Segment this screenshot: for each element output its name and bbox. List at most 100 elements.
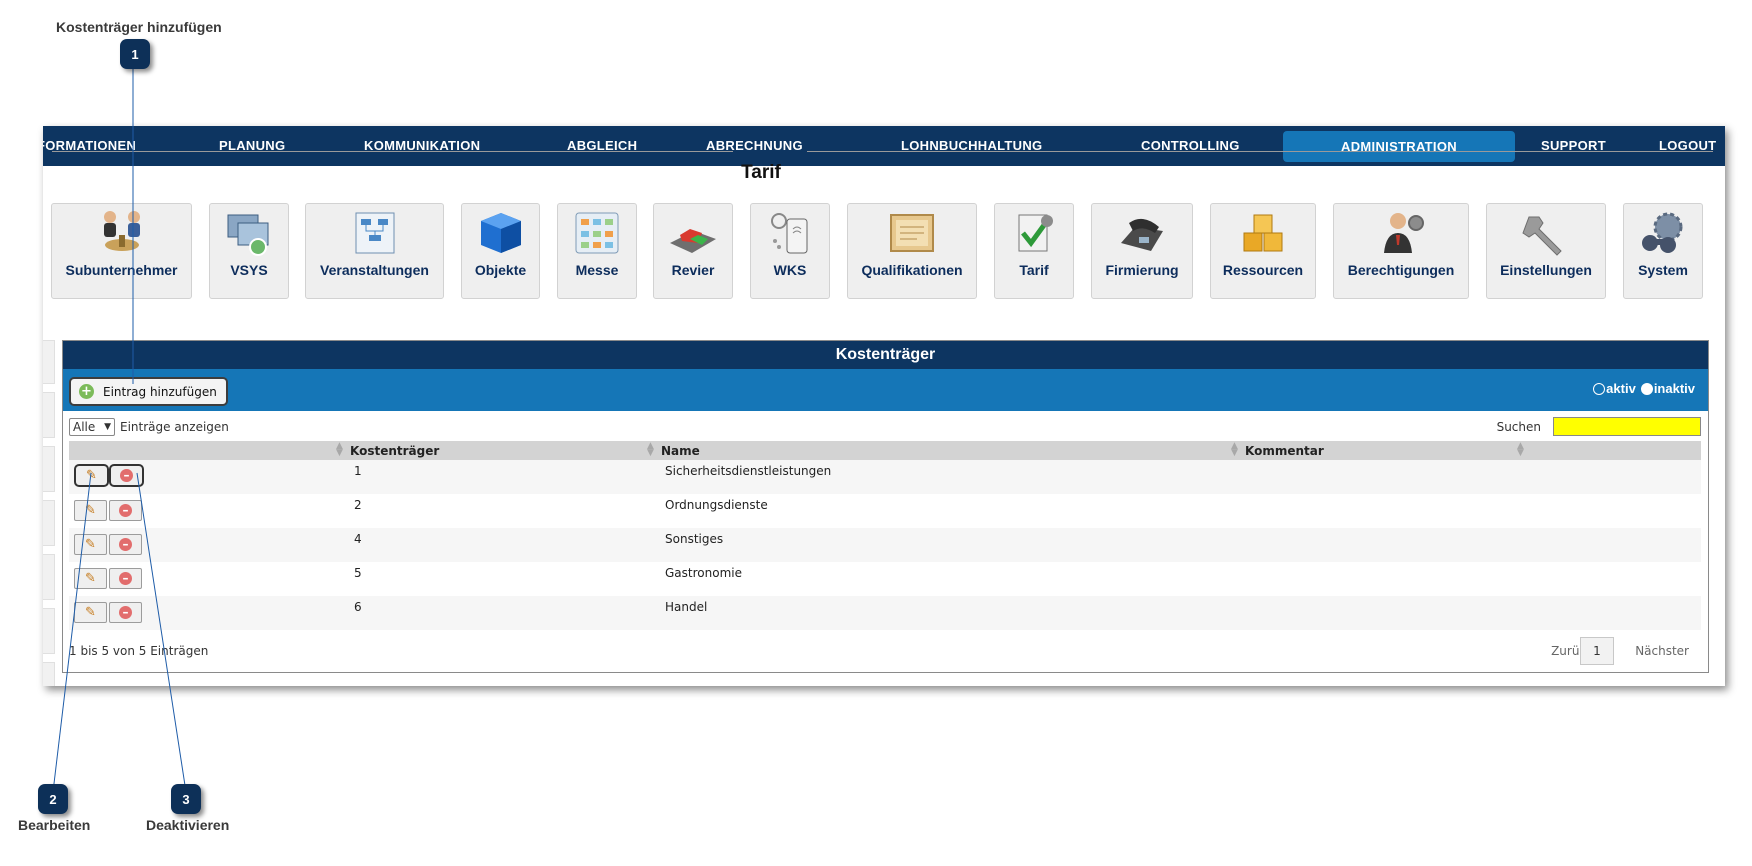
plus-icon: +: [79, 384, 94, 399]
sidebar-stub[interactable]: [43, 392, 55, 438]
tile-label: Firmierung: [1105, 262, 1179, 278]
pagination-page[interactable]: 1: [1580, 637, 1614, 665]
minus-circle-icon: –: [119, 572, 132, 585]
pencil-icon: ✎: [85, 571, 96, 586]
tile-label: Berechtigungen: [1347, 262, 1455, 278]
sidebar-stub[interactable]: [43, 608, 55, 654]
pencil-icon: ✎: [85, 605, 96, 620]
floor-plan-icon: [575, 212, 619, 254]
nav-item-informationen[interactable]: FORMATIONEN: [43, 126, 136, 166]
nav-item-kommunikation[interactable]: KOMMUNIKATION: [364, 126, 480, 166]
nav-item-controlling[interactable]: CONTROLLING: [1141, 126, 1240, 166]
add-entry-button[interactable]: + Eintrag hinzufügen: [69, 377, 228, 406]
deactivate-button[interactable]: –: [109, 568, 142, 589]
tile-messe[interactable]: Messe: [557, 203, 637, 299]
pencil-icon: ✎: [85, 503, 96, 518]
wrench-icon: [1522, 216, 1562, 256]
nav-item-lohnbuchhaltung[interactable]: LOHNBUCHHALTUNG: [901, 126, 1042, 166]
column-header-kommentar[interactable]: Kommentar: [1245, 444, 1324, 458]
tile-label: WKS: [773, 262, 807, 278]
tile-tarif[interactable]: Tarif: [994, 203, 1074, 299]
entries-length-select[interactable]: Alle ▼: [69, 418, 115, 436]
nav-item-abgleich[interactable]: ABGLEICH: [567, 126, 637, 166]
cell-kostentraeger: 4: [354, 532, 362, 546]
sort-icon[interactable]: ▲ ▼: [336, 442, 343, 458]
sidebar-stub[interactable]: [43, 340, 55, 384]
app-window: FORMATIONEN PLANUNG KOMMUNIKATION ABGLEI…: [43, 126, 1725, 686]
tile-objekte[interactable]: Objekte: [461, 203, 540, 299]
tile-berechtigungen[interactable]: Berechtigungen: [1333, 203, 1469, 299]
panel-toolbar: + Eintrag hinzufügen aktiv inaktiv: [63, 369, 1708, 411]
minus-circle-icon: –: [119, 606, 132, 619]
column-header-name[interactable]: Name: [661, 444, 700, 458]
car-icon: [670, 229, 716, 253]
nav-item-logout[interactable]: LOGOUT: [1659, 126, 1716, 166]
tile-label: Veranstaltungen: [320, 262, 429, 278]
tile-revier[interactable]: Revier: [653, 203, 733, 299]
cell-kostentraeger: 2: [354, 498, 362, 512]
pencil-icon: ✎: [85, 537, 96, 552]
sort-icon[interactable]: ▲ ▼: [647, 442, 654, 458]
sort-icon[interactable]: ▲ ▼: [1517, 442, 1524, 458]
edit-button[interactable]: ✎: [74, 568, 107, 589]
tile-label: Messe: [575, 262, 619, 278]
deactivate-button[interactable]: –: [109, 602, 142, 623]
edit-button[interactable]: ✎: [74, 602, 107, 623]
nav-item-planung[interactable]: PLANUNG: [219, 126, 285, 166]
tile-label: Objekte: [474, 262, 527, 278]
tile-label: Tarif: [1019, 262, 1049, 278]
edit-button[interactable]: ✎: [74, 500, 107, 521]
table-header: ▲ ▼ Kostenträger ▲ ▼ Name ▲ ▼ Kommentar ▲ ▼: [69, 441, 1701, 460]
flowchart-icon: [355, 212, 394, 254]
tile-label: Revier: [671, 262, 715, 278]
edit-button[interactable]: ✎: [74, 464, 109, 487]
pagination-next[interactable]: Nächster: [1635, 644, 1689, 658]
minus-circle-icon: –: [119, 538, 132, 551]
tile-system[interactable]: System: [1623, 203, 1703, 299]
callout-2-label: Bearbeiten: [18, 817, 91, 833]
add-entry-label: Eintrag hinzufügen: [103, 384, 217, 399]
callout-3-badge: 3: [171, 784, 201, 814]
tile-einstellungen[interactable]: Einstellungen: [1486, 203, 1606, 299]
callout-1-badge: 1: [120, 39, 150, 69]
cell-name: Sonstiges: [665, 532, 724, 546]
edit-button[interactable]: ✎: [74, 534, 107, 555]
nav-item-support[interactable]: SUPPORT: [1541, 126, 1606, 166]
handshake-icon: [103, 211, 140, 251]
sort-icon[interactable]: ▲ ▼: [1231, 442, 1238, 458]
minus-circle-icon: –: [119, 504, 132, 517]
certificate-icon: [890, 214, 934, 252]
nav-item-administration[interactable]: ADMINISTRATION: [1283, 131, 1515, 162]
deactivate-button[interactable]: –: [109, 500, 142, 521]
sidebar-stub[interactable]: [43, 500, 55, 546]
tile-label: System: [1638, 262, 1688, 278]
radio-aktiv[interactable]: [1593, 382, 1606, 395]
tariff-check-icon: [1018, 214, 1053, 252]
callout-3-label: Deaktivieren: [146, 817, 230, 833]
tile-vsys[interactable]: VSYS: [209, 203, 289, 299]
sidebar-stub[interactable]: [43, 446, 55, 492]
title-rule-right: [807, 151, 1713, 152]
deactivate-button[interactable]: –: [109, 464, 144, 487]
tile-qualifikationen[interactable]: Qualifikationen: [847, 203, 977, 299]
tile-firmierung[interactable]: Firmierung: [1091, 203, 1193, 299]
pencil-icon: ✎: [86, 468, 97, 483]
tile-label: Qualifikationen: [861, 262, 963, 278]
nav-item-abrechnung[interactable]: ABRECHNUNG: [706, 126, 803, 166]
binoculars-gear-icon: [1642, 212, 1683, 253]
tile-veranstaltungen[interactable]: Veranstaltungen: [305, 203, 444, 299]
cell-kostentraeger: 6: [354, 600, 362, 614]
tile-subunternehmer[interactable]: Subunternehmer: [51, 203, 192, 299]
sidebar-stub[interactable]: [43, 662, 55, 686]
radio-inaktiv[interactable]: [1640, 382, 1653, 395]
minus-circle-icon: –: [120, 469, 133, 482]
column-header-kostentraeger[interactable]: Kostenträger: [350, 444, 439, 458]
tile-ressourcen[interactable]: Ressourcen: [1210, 203, 1316, 299]
cell-name: Sicherheitsdienstleistungen: [665, 464, 832, 478]
table-row: ✎ – 4 Sonstiges: [69, 528, 1701, 562]
deactivate-button[interactable]: –: [109, 534, 142, 555]
sidebar-stub[interactable]: [43, 554, 55, 600]
tile-wks[interactable]: WKS: [750, 203, 830, 299]
search-input[interactable]: [1553, 417, 1701, 436]
search-label: Suchen: [1496, 420, 1541, 434]
